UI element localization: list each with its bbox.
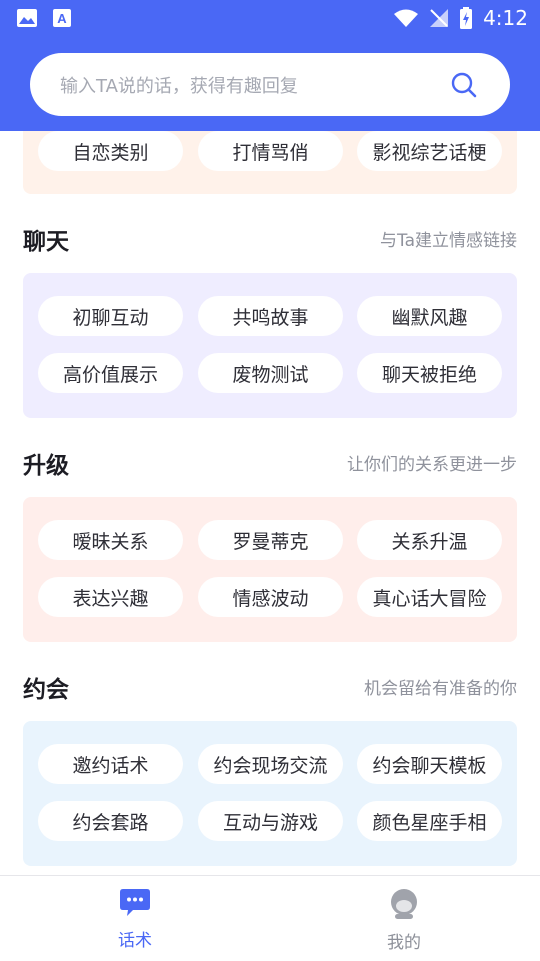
search-bar[interactable]: 输入TA说的话，获得有趣回复 [30,53,510,116]
search-input[interactable]: 输入TA说的话，获得有趣回复 [60,72,298,98]
battery-icon [460,7,473,29]
app-header: A 4:12 输入TA说的话，获得有趣回复 [0,0,540,131]
chip[interactable]: 聊天被拒绝 [357,353,502,393]
chip[interactable]: 互动与游戏 [198,801,343,841]
chip[interactable]: 幽默风趣 [357,296,502,336]
section-subtitle: 机会留给有准备的你 [364,679,517,699]
user-face-icon [391,889,417,919]
chip[interactable]: 废物测试 [198,353,343,393]
chip[interactable]: 表达兴趣 [38,577,183,617]
gallery-icon [17,9,37,27]
status-bar: A 4:12 [0,0,540,36]
chip[interactable]: 共鸣故事 [198,296,343,336]
category-card-upgrade: 暧昧关系 罗曼蒂克 关系升温 表达兴趣 情感波动 真心话大冒险 [23,497,517,642]
section-subtitle: 与Ta建立情感链接 [380,231,517,251]
chip[interactable]: 邀约话术 [38,744,183,784]
font-icon: A [53,9,71,27]
chip[interactable]: 情感波动 [198,577,343,617]
chip[interactable]: 约会套路 [38,801,183,841]
search-icon[interactable] [450,71,478,99]
nav-tab-label: 话术 [118,931,152,951]
section-title: 升级 [23,453,69,479]
chip[interactable]: 真心话大冒险 [357,577,502,617]
status-time: 4:12 [483,6,528,30]
nav-tab-scripts[interactable]: 话术 [95,888,175,951]
chat-bubble-icon [120,889,150,916]
chip[interactable]: 关系升温 [357,520,502,560]
chip[interactable]: 打情骂俏 [198,131,343,171]
chip[interactable]: 颜色星座手相 [357,801,502,841]
content-scroll[interactable]: 自恋类别 打情骂俏 影视综艺话梗 聊天 与Ta建立情感链接 初聊互动 共鸣故事 … [0,131,540,875]
category-card-top: 自恋类别 打情骂俏 影视综艺话梗 [23,131,517,194]
chip[interactable]: 自恋类别 [38,131,183,171]
section-title: 约会 [23,677,69,703]
no-signal-icon [430,9,449,27]
chip[interactable]: 影视综艺话梗 [357,131,502,171]
section-subtitle: 让你们的关系更进一步 [347,455,517,475]
chip[interactable]: 暧昧关系 [38,520,183,560]
chip[interactable]: 约会现场交流 [198,744,343,784]
chip[interactable]: 初聊互动 [38,296,183,336]
category-card-date: 邀约话术 约会现场交流 约会聊天模板 约会套路 互动与游戏 颜色星座手相 [23,721,517,866]
chip[interactable]: 高价值展示 [38,353,183,393]
nav-tab-mine[interactable]: 我的 [364,888,444,953]
chip[interactable]: 罗曼蒂克 [198,520,343,560]
chip[interactable]: 约会聊天模板 [357,744,502,784]
wifi-icon [394,9,419,27]
nav-tab-label: 我的 [387,933,421,953]
bottom-nav: 话术 我的 [0,875,540,961]
category-card-chat: 初聊互动 共鸣故事 幽默风趣 高价值展示 废物测试 聊天被拒绝 [23,273,517,418]
section-title: 聊天 [23,229,69,255]
svg-text:A: A [57,11,67,26]
